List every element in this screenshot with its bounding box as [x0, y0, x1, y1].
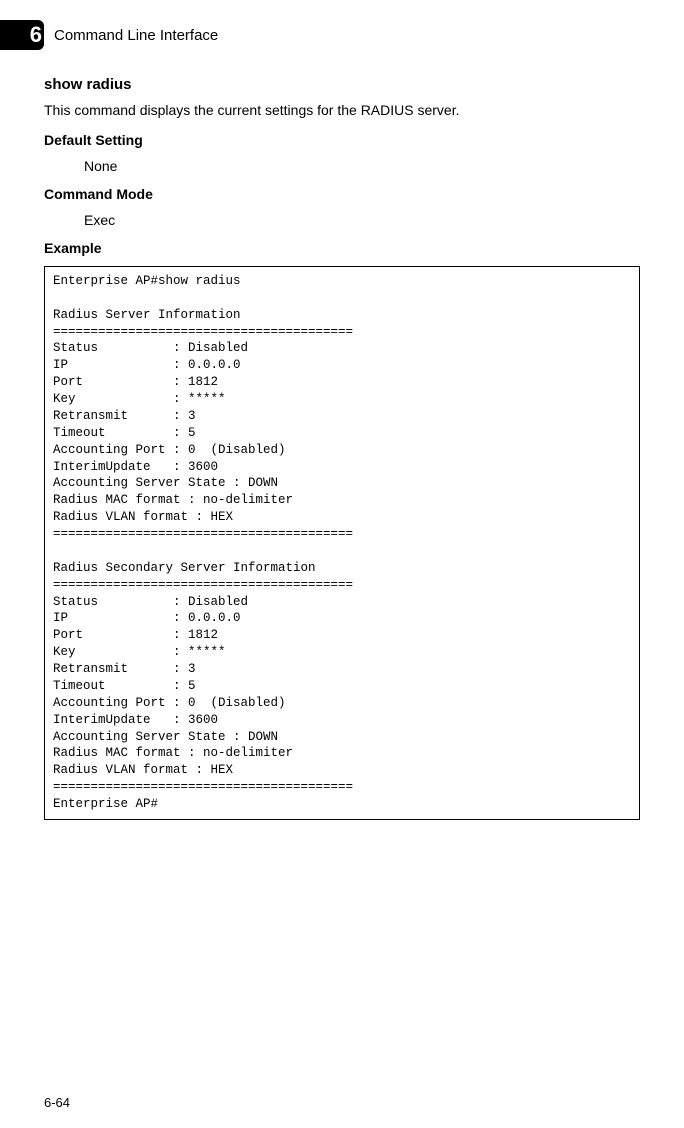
- command-mode-value: Exec: [84, 212, 640, 228]
- chapter-title: Command Line Interface: [54, 27, 218, 44]
- default-setting-label: Default Setting: [44, 132, 640, 148]
- command-mode-label: Command Mode: [44, 186, 640, 202]
- command-description: This command displays the current settin…: [44, 101, 640, 120]
- default-setting-value: None: [84, 158, 640, 174]
- terminal-output: Enterprise AP#show radius Radius Server …: [44, 266, 640, 820]
- command-name: show radius: [44, 76, 640, 93]
- example-label: Example: [44, 240, 640, 256]
- page-number: 6-64: [44, 1095, 70, 1110]
- chapter-number-badge: 6: [0, 20, 44, 50]
- page-header: 6 Command Line Interface: [44, 20, 640, 50]
